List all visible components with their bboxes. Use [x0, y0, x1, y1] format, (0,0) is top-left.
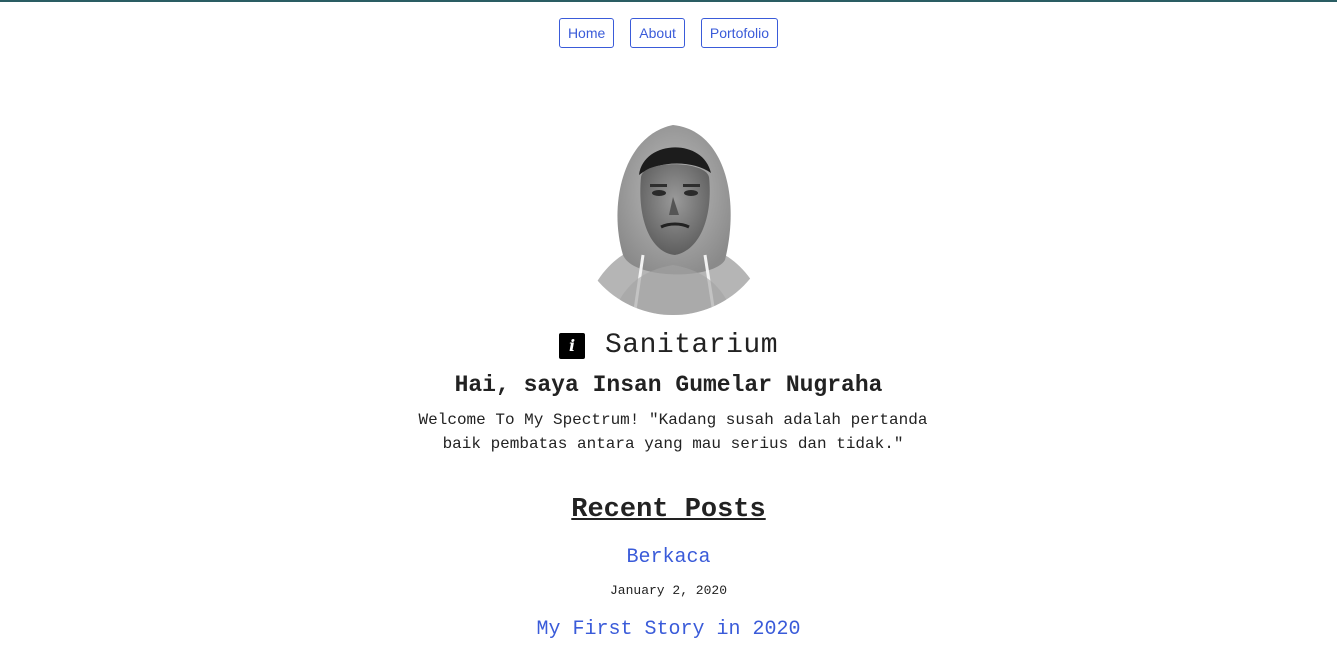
profile-photo: [573, 115, 773, 315]
recent-posts-heading: Recent Posts: [571, 495, 766, 525]
main-nav: Home About Portofolio: [0, 18, 1337, 48]
profile-avatar: [573, 115, 773, 315]
greeting-heading: Hai, saya Insan Gumelar Nugraha: [454, 372, 883, 398]
nav-portofolio-button[interactable]: Portofolio: [700, 18, 779, 48]
i-logo-icon: i: [558, 332, 585, 359]
post-link-first-story[interactable]: My First Story in 2020: [0, 618, 1337, 641]
site-brand: i Sanitarium: [0, 330, 1337, 361]
nav-home-button[interactable]: Home: [558, 18, 615, 48]
post-date: January 2, 2020: [609, 583, 728, 598]
nav-about-button[interactable]: About: [630, 18, 685, 48]
post-link-berkaca[interactable]: Berkaca: [0, 546, 1337, 569]
tagline-text: Welcome To My Spectrum! "Kadang susah ad…: [418, 411, 928, 453]
site-title: Sanitarium: [604, 330, 779, 361]
